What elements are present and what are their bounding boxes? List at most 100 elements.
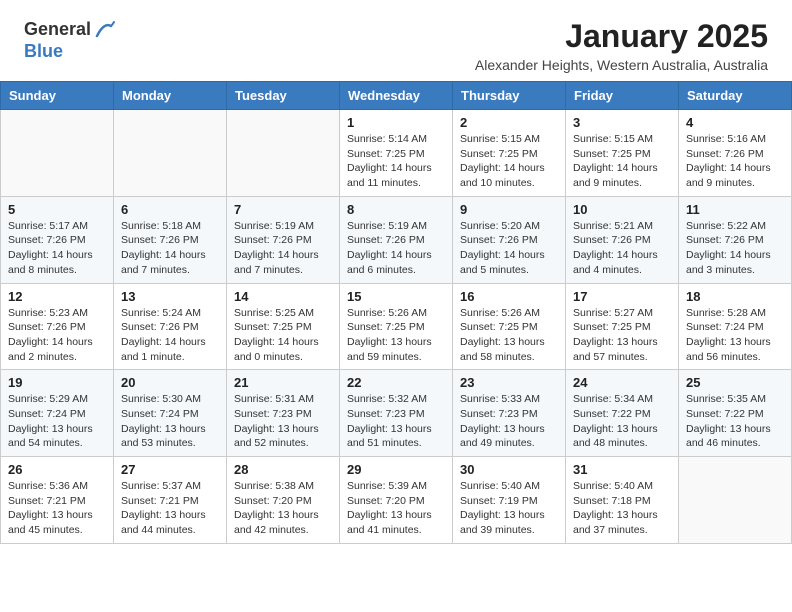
- table-row: 20 Sunrise: 5:30 AMSunset: 7:24 PMDayligh…: [114, 370, 227, 457]
- table-row: 15Sunrise: 5:26 AMSunset: 7:25 PMDayligh…: [340, 283, 453, 370]
- day-detail: Sunrise: 5:31 AMSunset: 7:23 PMDaylight:…: [234, 392, 332, 451]
- calendar-week-row: 1Sunrise: 5:14 AMSunset: 7:25 PMDaylight…: [1, 110, 792, 197]
- day-number: 7: [234, 202, 332, 217]
- calendar-table: Sunday Monday Tuesday Wednesday Thursday…: [0, 81, 792, 544]
- logo-icon: [93, 18, 115, 40]
- day-detail: Sunrise: 5:23 AMSunset: 7:26 PMDaylight:…: [8, 306, 106, 365]
- day-detail: Sunrise: 5:40 AMSunset: 7:19 PMDaylight:…: [460, 479, 558, 538]
- day-number: 27: [121, 462, 219, 477]
- table-row: 11Sunrise: 5:22 AMSunset: 7:26 PMDayligh…: [679, 196, 792, 283]
- table-row: 4 Sunrise: 5:16 AMSunset: 7:26 PMDaylight…: [679, 110, 792, 197]
- logo: General Blue: [24, 18, 115, 62]
- day-detail: Sunrise: 5:40 AMSunset: 7:18 PMDaylight:…: [573, 479, 671, 538]
- month-year: January 2025: [475, 18, 768, 55]
- day-detail: Sunrise: 5:38 AMSunset: 7:20 PMDaylight:…: [234, 479, 332, 538]
- day-number: 29: [347, 462, 445, 477]
- day-detail: Sunrise: 5:20 AMSunset: 7:26 PMDaylight:…: [460, 219, 558, 278]
- col-friday: Friday: [566, 82, 679, 110]
- table-row: 1Sunrise: 5:14 AMSunset: 7:25 PMDaylight…: [340, 110, 453, 197]
- day-number: 13: [121, 289, 219, 304]
- table-row: 12 Sunrise: 5:23 AMSunset: 7:26 PMDayligh…: [1, 283, 114, 370]
- logo-general: General: [24, 20, 91, 40]
- logo-blue: Blue: [24, 41, 63, 61]
- calendar-week-row: 19 Sunrise: 5:29 AMSunset: 7:24 PMDayligh…: [1, 370, 792, 457]
- table-row: 14 Sunrise: 5:25 AMSunset: 7:25 PMDayligh…: [227, 283, 340, 370]
- day-number: 3: [573, 115, 671, 130]
- table-row: 7 Sunrise: 5:19 AMSunset: 7:26 PMDaylight…: [227, 196, 340, 283]
- day-number: 6: [121, 202, 219, 217]
- day-number: 25: [686, 375, 784, 390]
- table-row: 26Sunrise: 5:36 AMSunset: 7:21 PMDayligh…: [1, 457, 114, 544]
- day-detail: Sunrise: 5:19 AMSunset: 7:26 PMDaylight:…: [347, 219, 445, 278]
- day-number: 24: [573, 375, 671, 390]
- table-row: 17 Sunrise: 5:27 AMSunset: 7:25 PMDayligh…: [566, 283, 679, 370]
- day-detail: Sunrise: 5:27 AMSunset: 7:25 PMDaylight:…: [573, 306, 671, 365]
- col-monday: Monday: [114, 82, 227, 110]
- day-number: 10: [573, 202, 671, 217]
- table-row: 29 Sunrise: 5:39 AMSunset: 7:20 PMDayligh…: [340, 457, 453, 544]
- day-number: 4: [686, 115, 784, 130]
- table-row: 21 Sunrise: 5:31 AMSunset: 7:23 PMDayligh…: [227, 370, 340, 457]
- table-row: 31 Sunrise: 5:40 AMSunset: 7:18 PMDayligh…: [566, 457, 679, 544]
- day-detail: Sunrise: 5:39 AMSunset: 7:20 PMDaylight:…: [347, 479, 445, 538]
- day-number: 23: [460, 375, 558, 390]
- day-number: 12: [8, 289, 106, 304]
- day-number: 14: [234, 289, 332, 304]
- title-block: January 2025 Alexander Heights, Western …: [475, 18, 768, 73]
- table-row: 24 Sunrise: 5:34 AMSunset: 7:22 PMDayligh…: [566, 370, 679, 457]
- table-row: 22Sunrise: 5:32 AMSunset: 7:23 PMDayligh…: [340, 370, 453, 457]
- col-thursday: Thursday: [453, 82, 566, 110]
- day-detail: Sunrise: 5:34 AMSunset: 7:22 PMDaylight:…: [573, 392, 671, 451]
- calendar-header-row: Sunday Monday Tuesday Wednesday Thursday…: [1, 82, 792, 110]
- day-detail: Sunrise: 5:28 AMSunset: 7:24 PMDaylight:…: [686, 306, 784, 365]
- day-number: 16: [460, 289, 558, 304]
- day-detail: Sunrise: 5:32 AMSunset: 7:23 PMDaylight:…: [347, 392, 445, 451]
- table-row: 27 Sunrise: 5:37 AMSunset: 7:21 PMDayligh…: [114, 457, 227, 544]
- table-row: 10Sunrise: 5:21 AMSunset: 7:26 PMDayligh…: [566, 196, 679, 283]
- col-saturday: Saturday: [679, 82, 792, 110]
- table-row: 8 Sunrise: 5:19 AMSunset: 7:26 PMDaylight…: [340, 196, 453, 283]
- day-detail: Sunrise: 5:25 AMSunset: 7:25 PMDaylight:…: [234, 306, 332, 365]
- day-number: 17: [573, 289, 671, 304]
- day-number: 21: [234, 375, 332, 390]
- table-row: 9 Sunrise: 5:20 AMSunset: 7:26 PMDaylight…: [453, 196, 566, 283]
- day-detail: Sunrise: 5:16 AMSunset: 7:26 PMDaylight:…: [686, 132, 784, 191]
- day-detail: Sunrise: 5:26 AMSunset: 7:25 PMDaylight:…: [460, 306, 558, 365]
- table-row: 28 Sunrise: 5:38 AMSunset: 7:20 PMDayligh…: [227, 457, 340, 544]
- day-number: 9: [460, 202, 558, 217]
- table-row: 23 Sunrise: 5:33 AMSunset: 7:23 PMDayligh…: [453, 370, 566, 457]
- day-number: 19: [8, 375, 106, 390]
- table-row: 25 Sunrise: 5:35 AMSunset: 7:22 PMDayligh…: [679, 370, 792, 457]
- day-detail: Sunrise: 5:35 AMSunset: 7:22 PMDaylight:…: [686, 392, 784, 451]
- day-detail: Sunrise: 5:29 AMSunset: 7:24 PMDaylight:…: [8, 392, 106, 451]
- day-detail: Sunrise: 5:24 AMSunset: 7:26 PMDaylight:…: [121, 306, 219, 365]
- col-sunday: Sunday: [1, 82, 114, 110]
- day-detail: Sunrise: 5:22 AMSunset: 7:26 PMDaylight:…: [686, 219, 784, 278]
- day-number: 20: [121, 375, 219, 390]
- table-row: 2Sunrise: 5:15 AMSunset: 7:25 PMDaylight…: [453, 110, 566, 197]
- day-detail: Sunrise: 5:17 AMSunset: 7:26 PMDaylight:…: [8, 219, 106, 278]
- day-number: 8: [347, 202, 445, 217]
- day-detail: Sunrise: 5:30 AMSunset: 7:24 PMDaylight:…: [121, 392, 219, 451]
- day-detail: Sunrise: 5:14 AMSunset: 7:25 PMDaylight:…: [347, 132, 445, 191]
- day-detail: Sunrise: 5:37 AMSunset: 7:21 PMDaylight:…: [121, 479, 219, 538]
- calendar-week-row: 5 Sunrise: 5:17 AMSunset: 7:26 PMDaylight…: [1, 196, 792, 283]
- day-detail: Sunrise: 5:19 AMSunset: 7:26 PMDaylight:…: [234, 219, 332, 278]
- calendar-week-row: 12 Sunrise: 5:23 AMSunset: 7:26 PMDayligh…: [1, 283, 792, 370]
- table-row: 13 Sunrise: 5:24 AMSunset: 7:26 PMDayligh…: [114, 283, 227, 370]
- calendar-wrapper: Sunday Monday Tuesday Wednesday Thursday…: [0, 81, 792, 554]
- table-row: [227, 110, 340, 197]
- day-number: 15: [347, 289, 445, 304]
- day-detail: Sunrise: 5:36 AMSunset: 7:21 PMDaylight:…: [8, 479, 106, 538]
- day-detail: Sunrise: 5:33 AMSunset: 7:23 PMDaylight:…: [460, 392, 558, 451]
- day-number: 18: [686, 289, 784, 304]
- table-row: 18 Sunrise: 5:28 AMSunset: 7:24 PMDayligh…: [679, 283, 792, 370]
- day-number: 31: [573, 462, 671, 477]
- calendar-week-row: 26Sunrise: 5:36 AMSunset: 7:21 PMDayligh…: [1, 457, 792, 544]
- page-header: General Blue January 2025 Alexander Heig…: [0, 0, 792, 81]
- table-row: 3Sunrise: 5:15 AMSunset: 7:25 PMDaylight…: [566, 110, 679, 197]
- day-number: 28: [234, 462, 332, 477]
- day-detail: Sunrise: 5:15 AMSunset: 7:25 PMDaylight:…: [460, 132, 558, 191]
- table-row: [1, 110, 114, 197]
- day-number: 5: [8, 202, 106, 217]
